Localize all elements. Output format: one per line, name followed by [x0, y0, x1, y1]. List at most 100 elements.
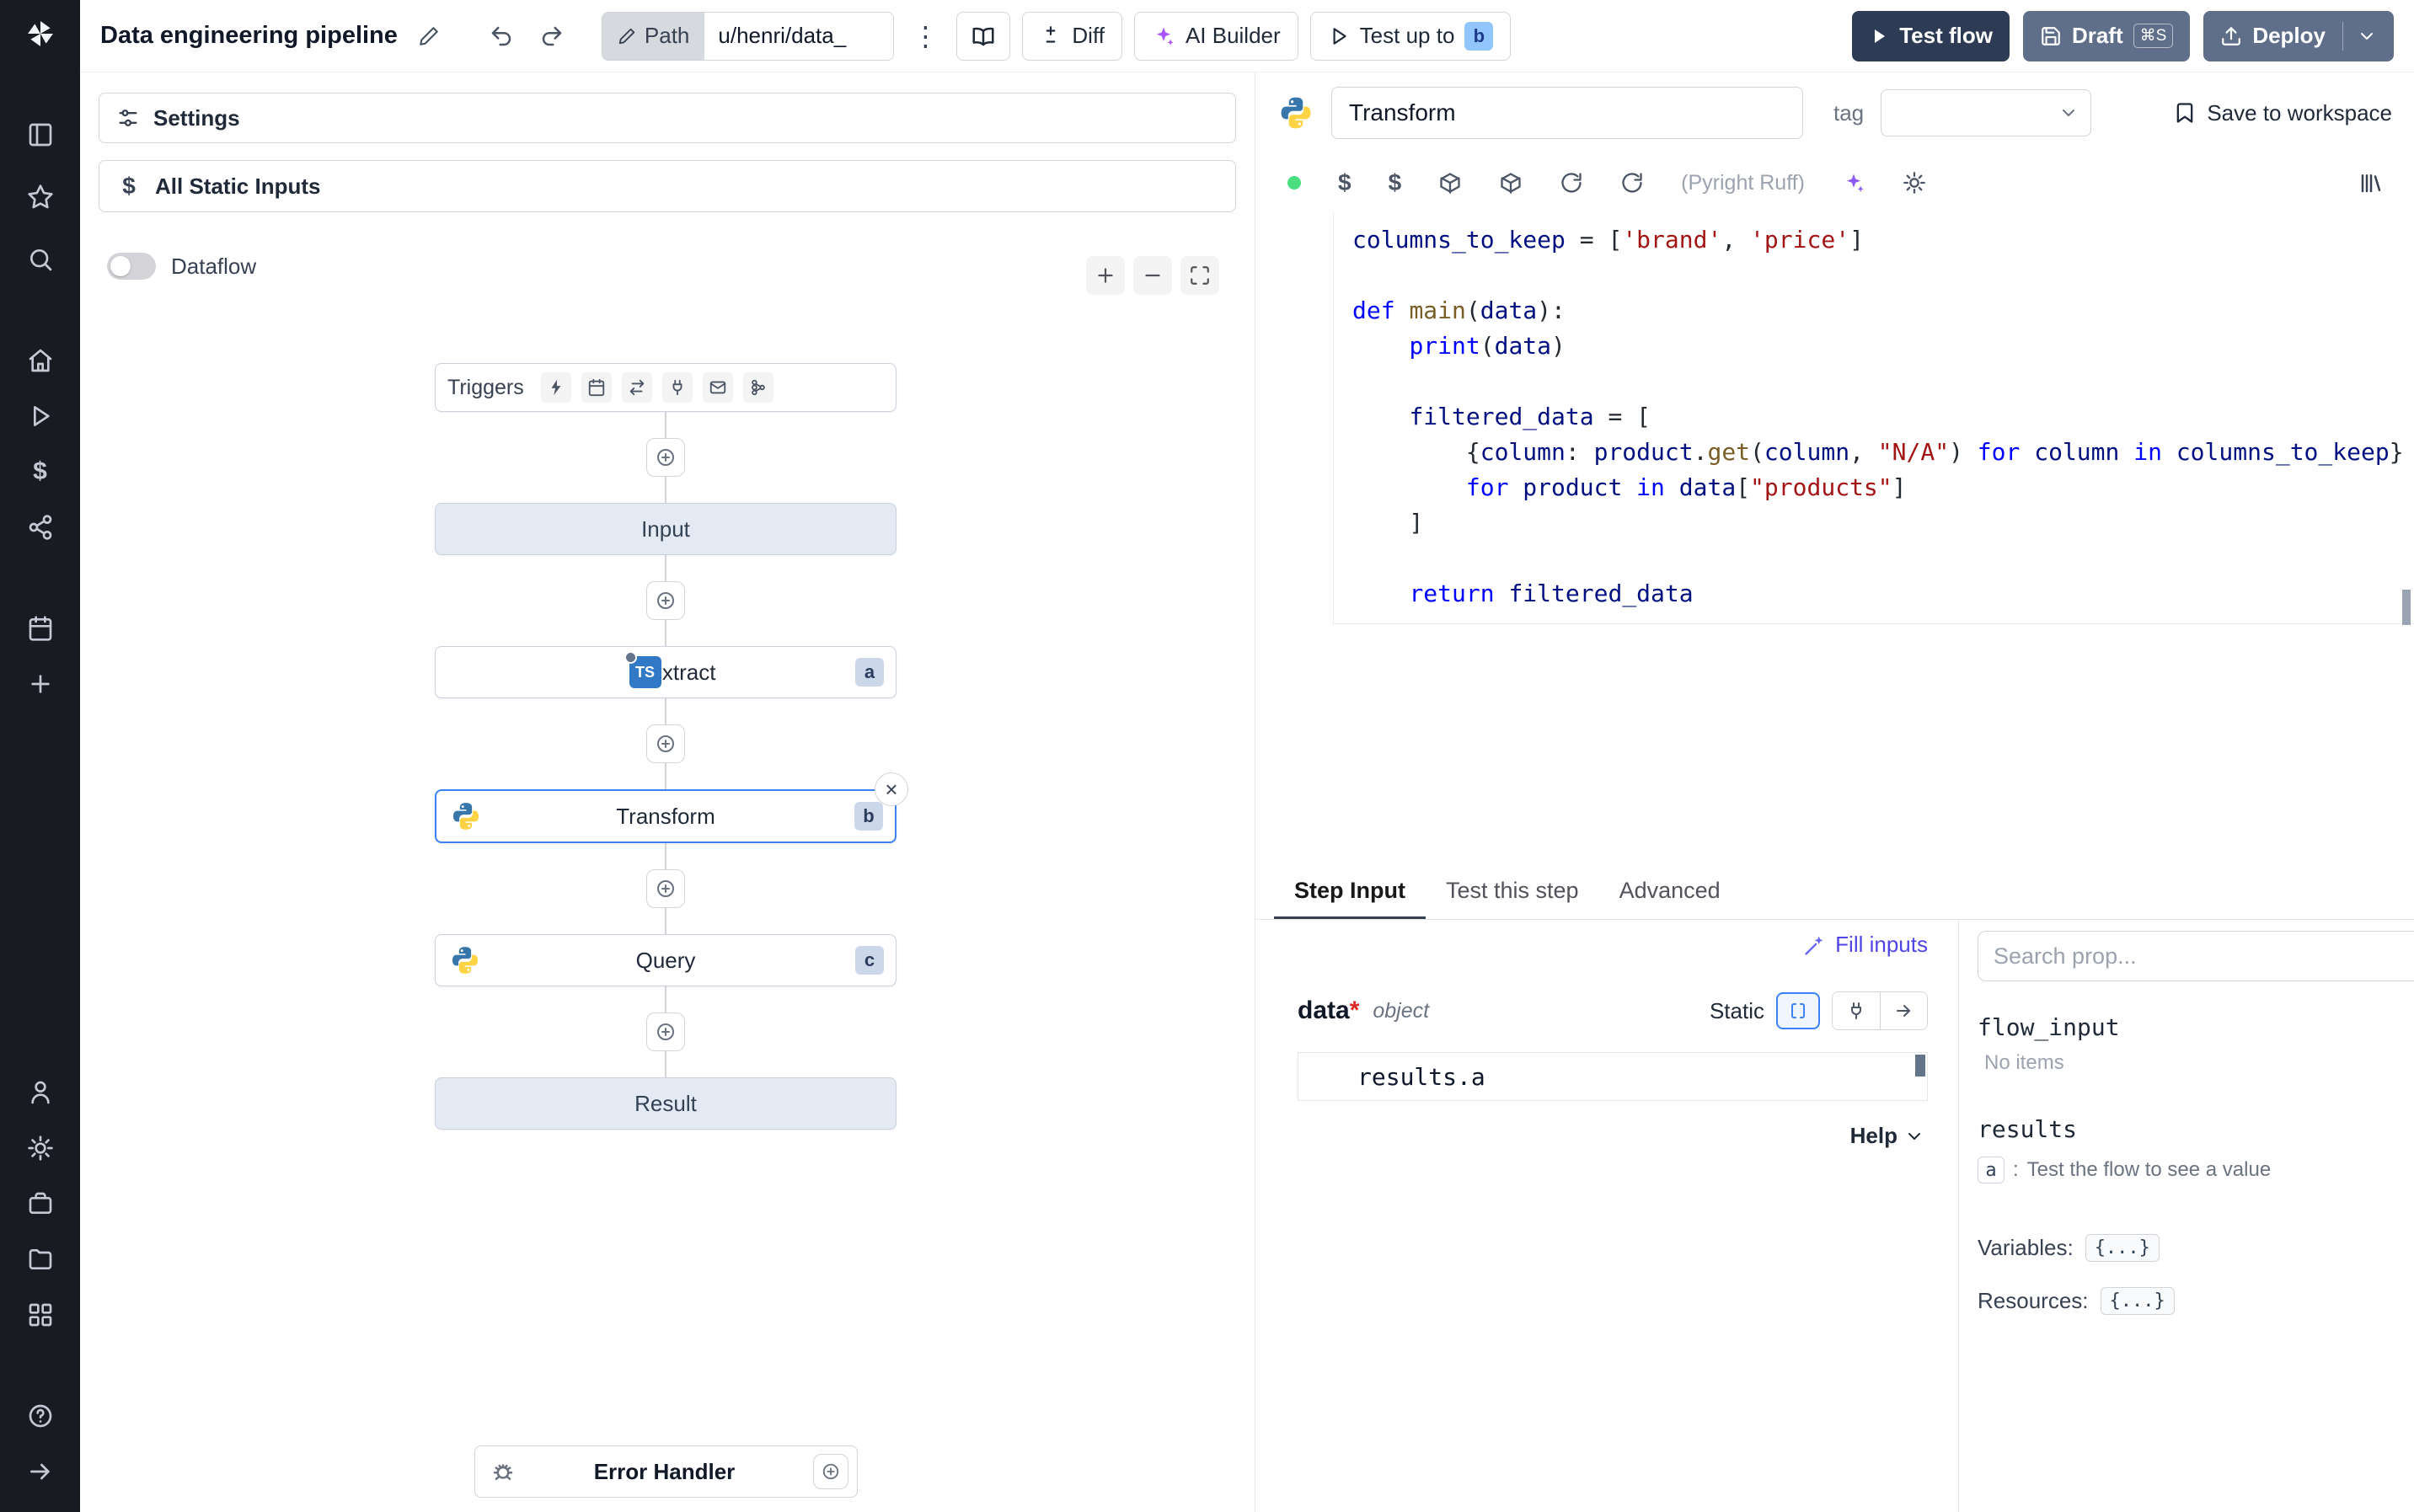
input-node[interactable]: Input [435, 503, 897, 555]
zoom-out-button[interactable] [1133, 256, 1172, 295]
code-line: for product in data["products"] [1465, 473, 1907, 501]
add-step-button[interactable] [646, 724, 685, 763]
code-content[interactable]: columns_to_keep = ['brand', 'price'] def… [1333, 212, 2414, 624]
reload-button[interactable] [1620, 171, 1644, 195]
websocket-trigger-button[interactable] [661, 372, 693, 403]
add-error-handler-button[interactable] [813, 1454, 848, 1489]
edit-title-button[interactable] [409, 17, 448, 56]
triggers-node[interactable]: Triggers [435, 363, 897, 412]
schedule-trigger-button[interactable] [581, 372, 612, 403]
editor-scrollbar[interactable] [2402, 590, 2411, 625]
redo-button[interactable] [533, 17, 571, 56]
fit-view-button[interactable] [1180, 256, 1219, 295]
ai-builder-button[interactable]: AI Builder [1133, 11, 1298, 61]
sidebar-item-variables[interactable]: $ [19, 450, 62, 494]
sidebar-item-search[interactable] [19, 238, 62, 281]
add-step-button[interactable] [646, 1012, 685, 1051]
code-editor[interactable]: columns_to_keep = ['brand', 'price'] def… [1255, 212, 2414, 862]
flow-settings-button[interactable]: Settings [99, 93, 1236, 143]
sidebar-item-settings[interactable] [19, 1126, 62, 1170]
expression-editor[interactable]: results.a [1298, 1052, 1928, 1101]
zoom-in-button[interactable] [1086, 256, 1125, 295]
transform-step-node[interactable]: Transform b × [435, 772, 908, 843]
webhook-trigger-button[interactable] [540, 372, 571, 403]
add-step-button[interactable] [646, 581, 685, 620]
chevron-down-icon[interactable] [2357, 26, 2377, 46]
more-menu-button[interactable]: ⋮ [906, 17, 945, 56]
play-icon [33, 406, 50, 426]
tab-advanced[interactable]: Advanced [1599, 862, 1741, 919]
draft-button[interactable]: Draft ⌘S [2022, 10, 2191, 61]
no-items-label: No items [1984, 1051, 2064, 1074]
editor-settings-button[interactable] [1903, 171, 1926, 195]
dataflow-toggle[interactable] [107, 253, 156, 280]
undo-button[interactable] [482, 17, 521, 56]
sidebar-item-schedules[interactable] [19, 606, 62, 650]
email-trigger-button[interactable] [702, 372, 733, 403]
step-name-input[interactable] [1331, 87, 1803, 139]
sidebar-item-runs[interactable] [19, 394, 62, 438]
sidebar-item-home[interactable] [19, 339, 62, 382]
tag-select[interactable] [1881, 89, 2092, 136]
sidebar-item-account[interactable] [19, 1071, 62, 1114]
search-prop-input[interactable] [1978, 931, 2414, 981]
sidebar-item-help[interactable] [19, 1394, 62, 1438]
remove-step-button[interactable]: × [875, 772, 908, 806]
sidebar-collapse[interactable] [19, 1450, 62, 1493]
test-flow-button[interactable]: Test flow [1852, 10, 2010, 61]
diff-button[interactable]: Diff [1022, 11, 1122, 61]
dollar-icon[interactable]: $ [1338, 169, 1352, 196]
tab-test-this-step[interactable]: Test this step [1426, 862, 1599, 919]
connect-input-button[interactable] [1833, 992, 1880, 1029]
docs-button[interactable] [956, 11, 1011, 61]
folder-icon [29, 1249, 51, 1269]
save-to-workspace-button[interactable]: Save to workspace [2173, 100, 2392, 126]
sidebar-item-create[interactable] [19, 662, 62, 706]
sidebar-item-apps[interactable] [19, 1293, 62, 1337]
flow-graph: Triggers Input TS Extract a Transform b … [435, 363, 908, 1130]
package-button[interactable] [1438, 171, 1462, 195]
all-static-inputs-button[interactable]: $ All Static Inputs [99, 160, 1236, 212]
insert-expression-button[interactable] [1880, 992, 1927, 1029]
kafka-trigger-button[interactable] [742, 372, 773, 403]
query-step-node[interactable]: Query c [435, 934, 897, 986]
deploy-button[interactable]: Deploy [2203, 10, 2394, 61]
fill-inputs-button[interactable]: Fill inputs [1803, 932, 1928, 958]
sidebar-item-favorites[interactable] [19, 175, 62, 219]
result-node-label: Result [634, 1090, 697, 1116]
sidebar-item-workers[interactable] [19, 1182, 62, 1226]
resources-value-badge[interactable]: {...} [2100, 1287, 2175, 1315]
sidebar-item-resources[interactable] [19, 505, 62, 549]
path-editor: Path [601, 11, 895, 61]
add-step-button[interactable] [646, 869, 685, 908]
static-mode-to​ggle-button[interactable] [1776, 992, 1820, 1029]
package-button[interactable] [1499, 171, 1523, 195]
tab-step-input[interactable]: Step Input [1274, 862, 1426, 919]
reload-button[interactable] [1560, 171, 1583, 195]
help-button[interactable]: Help [1850, 1123, 1924, 1149]
library-button[interactable] [2358, 170, 2384, 195]
fill-inputs-row: Fill inputs [1298, 932, 1928, 958]
upload-icon [2222, 26, 2241, 45]
dollar-icon[interactable]: $ [1389, 169, 1402, 196]
test-up-to-button[interactable]: Test up to b [1309, 11, 1512, 61]
extract-step-node[interactable]: TS Extract a [435, 646, 897, 698]
sidebar-item-panels[interactable] [19, 113, 62, 157]
http-trigger-button[interactable] [621, 372, 652, 403]
results-section-label[interactable]: results [1978, 1115, 2414, 1143]
ai-assist-button[interactable] [1842, 171, 1865, 195]
kafka-icon [751, 379, 765, 396]
sidebar-item-folders[interactable] [19, 1237, 62, 1281]
windmill-logo[interactable] [19, 12, 62, 56]
variables-value-badge[interactable]: {...} [2085, 1234, 2160, 1262]
result-node[interactable]: Result [435, 1077, 897, 1130]
flow-input-section-label[interactable]: flow_input [1978, 1013, 2414, 1041]
circle-plus-icon [822, 1463, 839, 1480]
error-handler-node[interactable]: Error Handler [474, 1445, 858, 1498]
path-button[interactable]: Path [602, 12, 705, 60]
edge-line [665, 908, 666, 934]
save-to-workspace-label: Save to workspace [2207, 99, 2392, 126]
result-step-badge[interactable]: a [1978, 1157, 2005, 1183]
add-step-button[interactable] [646, 438, 685, 477]
path-input[interactable] [704, 12, 894, 60]
